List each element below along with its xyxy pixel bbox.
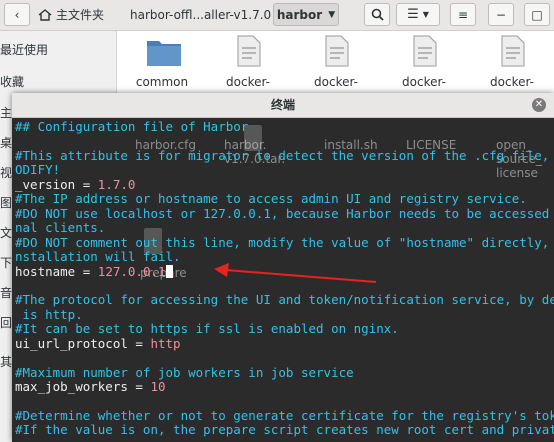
- sidebar-item-starred[interactable]: 收藏: [0, 73, 24, 90]
- file-item-docker-4[interactable]: docker-: [477, 31, 547, 91]
- comment-text: #The protocol for accessing the UI and t…: [15, 292, 554, 308]
- setting-value: http: [150, 335, 181, 351]
- comment-text: #The IP address or hostname to access ad…: [15, 191, 527, 207]
- chevron-down-icon: ▼: [422, 10, 429, 19]
- file-label: docker-: [226, 75, 270, 89]
- comment-text: #It can be set to https if ssl is enable…: [15, 321, 399, 337]
- search-icon: [371, 8, 384, 21]
- terminal-setting-line: _version = 1.7.0: [15, 176, 136, 192]
- breadcrumb-home-label: 主文件夹: [56, 8, 105, 22]
- comment-text: nal clients.: [15, 220, 106, 236]
- terminal-setting-line: max_job_workers = 10: [15, 380, 166, 394]
- document-icon: [413, 35, 437, 67]
- comment-text: #Determine whether or not to generate ce…: [15, 408, 554, 423]
- terminal-comment-line: ## Configuration file of Harbor: [15, 120, 248, 134]
- terminal-titlebar[interactable]: 终端 ✕: [12, 93, 554, 118]
- back-button[interactable]: ‹: [4, 3, 30, 26]
- chevron-left-icon: ‹: [14, 7, 20, 22]
- minimize-button[interactable]: −: [488, 3, 514, 26]
- maximize-icon: □: [531, 7, 543, 22]
- terminal-comment-line: ODIFY!: [15, 163, 60, 177]
- list-view-icon: ☰: [407, 7, 419, 22]
- setting-key: hostname =: [15, 263, 98, 279]
- setting-value: 1.7.0: [97, 176, 136, 192]
- file-item-docker-3[interactable]: docker-: [389, 31, 459, 91]
- comment-text: #DO NOT use localhost or 127.0.0.1, beca…: [15, 205, 554, 221]
- comment-text: ODIFY!: [15, 162, 61, 178]
- terminal-comment-line: #Determine whether or not to generate ce…: [15, 409, 554, 423]
- comment-text: nstallation will fail.: [15, 249, 181, 265]
- terminal-comment-line: #If the value is on, the prepare script …: [15, 423, 554, 437]
- setting-key: _version =: [15, 176, 98, 192]
- terminal-comment-line: #It can be set to https if ssl is enable…: [15, 322, 399, 336]
- folder-icon: [147, 41, 181, 66]
- file-label: common: [135, 75, 189, 89]
- file-manager-toolbar: ‹ 主文件夹 harbor-offl...aller-v1.7.0 harbor…: [0, 0, 554, 31]
- hamburger-icon: ≡: [457, 7, 469, 22]
- file-label: docker-: [314, 75, 358, 89]
- terminal-comment-line: #Maximum number of job workers in job se…: [15, 364, 354, 380]
- setting-key: ui_url_protocol =: [15, 335, 151, 351]
- file-label: docker-: [402, 75, 446, 89]
- breadcrumb-current[interactable]: harbor ▼: [273, 3, 339, 26]
- breadcrumb-prev-label: harbor-offl...aller-v1.7.0: [130, 7, 272, 22]
- setting-value: 10: [150, 379, 166, 395]
- document-icon: [325, 35, 349, 67]
- breadcrumb-home[interactable]: 主文件夹: [38, 3, 104, 26]
- chevron-down-icon: ▼: [328, 9, 336, 20]
- terminal-window[interactable]: 终端 ✕ harbor.cfg harbor. v1.7.0.tar. inst…: [12, 93, 554, 442]
- file-item-common[interactable]: common: [127, 31, 197, 91]
- setting-key: max_job_workers =: [15, 379, 151, 395]
- terminal-comment-line: #This attribute is for migrator to detec…: [15, 147, 554, 163]
- comment-text: #DO NOT comment out this line, modify th…: [15, 234, 554, 250]
- comment-text: #If the value is on, the prepare script …: [15, 422, 554, 438]
- file-label: docker-: [490, 75, 534, 89]
- text-cursor: [165, 264, 173, 278]
- view-options-button[interactable]: ☰ ▼: [396, 3, 440, 26]
- document-icon: [501, 35, 525, 67]
- file-item-docker-2[interactable]: docker-: [301, 31, 371, 91]
- comment-text: is http.: [15, 306, 83, 322]
- close-icon[interactable]: ✕: [532, 98, 546, 112]
- home-icon: [38, 8, 52, 21]
- terminal-comment-line: nal clients.: [15, 221, 105, 235]
- terminal-title: 终端: [270, 98, 295, 112]
- minimize-icon: −: [495, 7, 507, 22]
- terminal-comment-line: is http.: [15, 306, 83, 322]
- terminal-setting-line: hostname = 127.0.0.1: [15, 263, 173, 279]
- terminal-body[interactable]: harbor.cfg harbor. v1.7.0.tar. install.s…: [12, 118, 554, 442]
- search-button[interactable]: [364, 3, 390, 26]
- setting-value: 127.0.0.1: [97, 263, 166, 279]
- terminal-comment-line: nstallation will fail.: [15, 250, 181, 264]
- sidebar-item-recent[interactable]: 最近使用: [0, 41, 48, 58]
- maximize-button[interactable]: □: [524, 3, 550, 26]
- terminal-comment-line: #DO NOT comment out this line, modify th…: [15, 234, 554, 250]
- menu-button[interactable]: ≡: [450, 3, 476, 26]
- comment-text: ## Configuration file of Harbor: [15, 119, 249, 134]
- terminal-setting-line: ui_url_protocol = http: [15, 335, 181, 351]
- breadcrumb-prev[interactable]: harbor-offl...aller-v1.7.0: [130, 3, 271, 26]
- comment-text: #Maximum number of job workers in job se…: [15, 364, 354, 380]
- breadcrumb-current-label: harbor: [276, 7, 323, 22]
- terminal-comment-line: #The IP address or hostname to access ad…: [15, 192, 527, 206]
- document-icon: [237, 35, 261, 67]
- terminal-comment-line: #The protocol for accessing the UI and t…: [15, 293, 554, 307]
- file-item-docker-1[interactable]: docker-: [213, 31, 283, 91]
- terminal-comment-line: #DO NOT use localhost or 127.0.0.1, beca…: [15, 205, 554, 221]
- comment-text: #This attribute is for migrator to detec…: [15, 147, 554, 163]
